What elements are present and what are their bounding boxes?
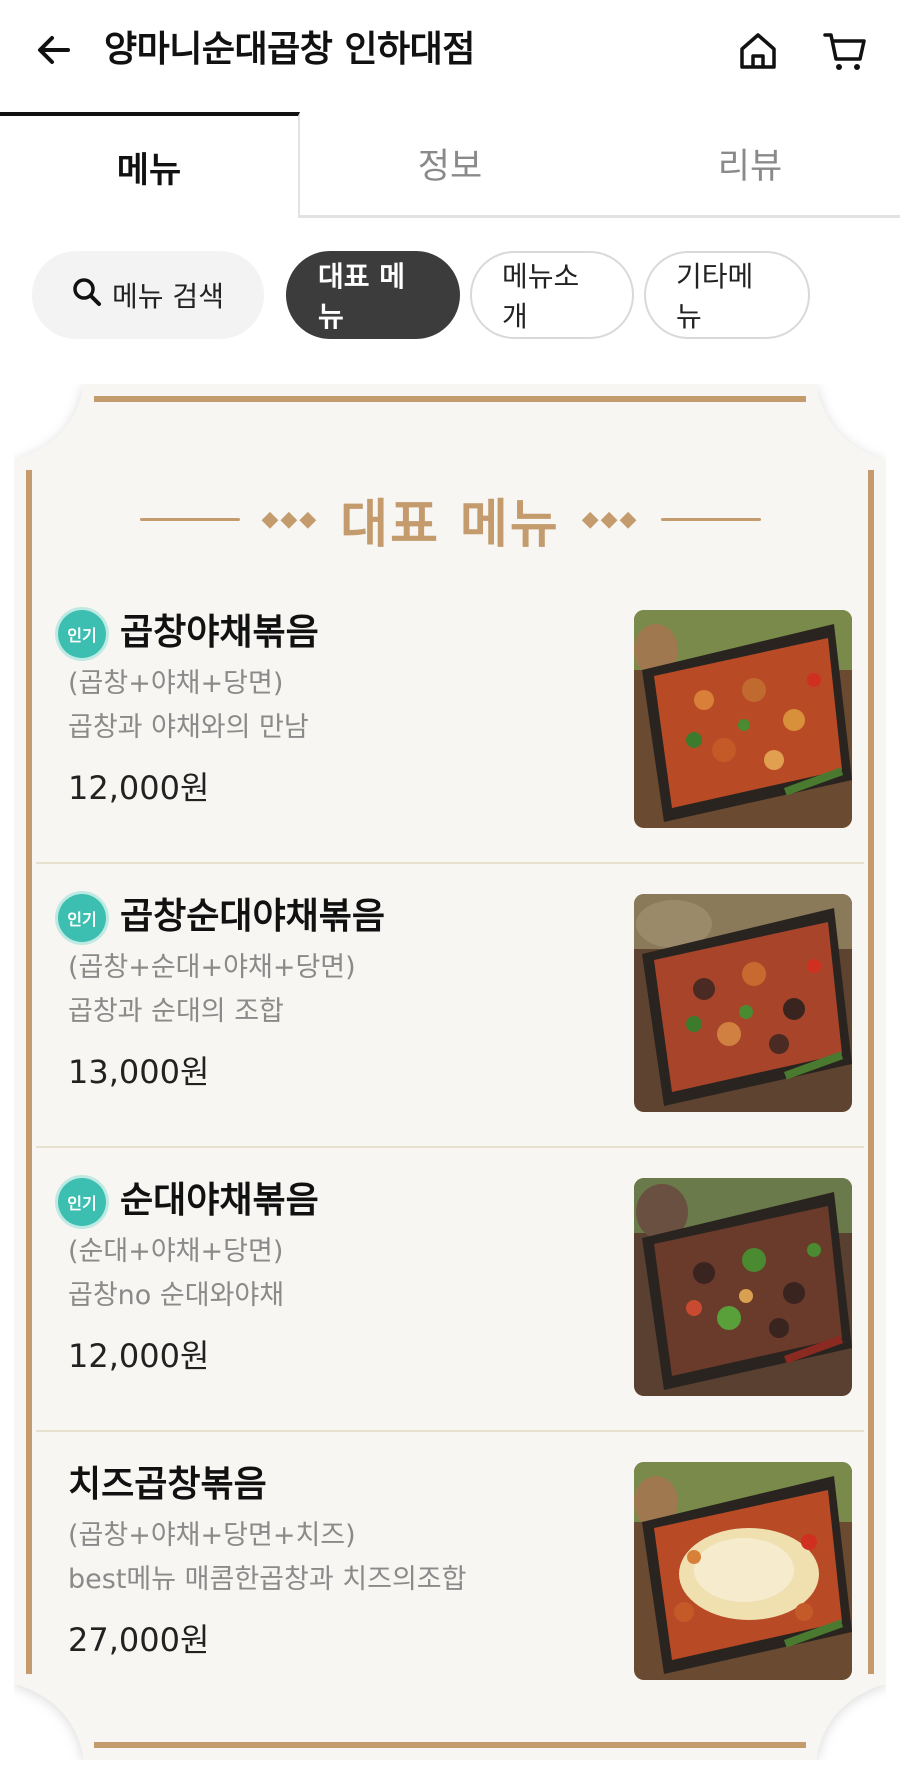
menu-list: 인기 곱창야채볶음 (곱창+야채+당면) 곱창과 야채와의 만남 12,000원 <box>36 580 864 1716</box>
tab-review[interactable]: 리뷰 <box>600 112 900 218</box>
menu-description: 곱창과 순대의 조합 <box>68 996 284 1027</box>
section-header: ◆◆◆ 대표 메뉴 ◆◆◆ <box>14 484 886 555</box>
menu-price: 12,000원 <box>68 1337 210 1375</box>
menu-photo <box>634 894 852 1112</box>
tab-bar: 메뉴 정보 리뷰 <box>0 112 900 218</box>
chip-signature-menu[interactable]: 대표 메뉴 <box>286 251 460 339</box>
menu-price: 13,000원 <box>68 1053 210 1091</box>
menu-ingredients: (순대+야채+당면) <box>68 1236 284 1267</box>
tab-menu[interactable]: 메뉴 <box>0 112 300 218</box>
menu-name: 치즈곱창볶음 <box>68 1464 267 1505</box>
menu-name: 곱창순대야채볶음 <box>120 896 385 937</box>
menu-description: 곱창no 순대와야채 <box>68 1280 285 1311</box>
section-title: 대표 메뉴 <box>340 494 560 555</box>
popular-badge: 인기 <box>58 894 106 942</box>
home-icon[interactable] <box>734 27 782 75</box>
diamond-ornament-icon: ◆◆◆ <box>261 506 319 532</box>
chip-other-menu[interactable]: 기타메뉴 <box>644 251 810 339</box>
menu-item[interactable]: 인기 순대야채볶음 (순대+야채+당면) 곱창no 순대와야채 12,000원 <box>36 1148 864 1432</box>
menu-ingredients: (곱창+야채+당면+치즈) <box>68 1520 356 1551</box>
menu-board: ◆◆◆ 대표 메뉴 ◆◆◆ 인기 곱창야채볶음 (곱창+야채+당면) 곱창과 야… <box>14 384 886 1760</box>
menu-search-label: 메뉴 검색 <box>112 280 224 313</box>
menu-name: 순대야채볶음 <box>120 1180 319 1221</box>
cart-icon[interactable] <box>820 27 870 75</box>
store-title: 양마니순대곱창 인하대점 <box>104 29 475 70</box>
tab-info[interactable]: 정보 <box>300 112 600 218</box>
divider-line-right <box>660 517 761 521</box>
menu-photo <box>634 610 852 828</box>
popular-badge: 인기 <box>58 610 106 658</box>
back-arrow-icon[interactable] <box>32 28 76 72</box>
menu-item[interactable]: 치즈곱창볶음 (곱창+야채+당면+치즈) best메뉴 매콤한곱창과 치즈의조합… <box>36 1432 864 1716</box>
menu-item[interactable]: 인기 곱창야채볶음 (곱창+야채+당면) 곱창과 야채와의 만남 12,000원 <box>36 580 864 864</box>
popular-badge: 인기 <box>58 1178 106 1226</box>
app-header: 양마니순대곱창 인하대점 <box>0 0 900 106</box>
menu-description: best메뉴 매콤한곱창과 치즈의조합 <box>68 1564 467 1595</box>
diamond-ornament-icon: ◆◆◆ <box>581 506 639 532</box>
menu-price: 27,000원 <box>68 1621 210 1659</box>
menu-ingredients: (곱창+야채+당면) <box>68 668 284 699</box>
menu-description: 곱창과 야채와의 만남 <box>68 712 309 743</box>
divider-line-left <box>139 517 240 521</box>
menu-name: 곱창야채볶음 <box>120 612 319 653</box>
menu-filter-chips: 메뉴 검색 대표 메뉴 메뉴소개 기타메뉴 <box>32 250 810 340</box>
menu-item[interactable]: 인기 곱창순대야채볶음 (곱창+순대+야채+당면) 곱창과 순대의 조합 13,… <box>36 864 864 1148</box>
menu-ingredients: (곱창+순대+야채+당면) <box>68 952 356 983</box>
chip-menu-intro[interactable]: 메뉴소개 <box>470 251 634 339</box>
menu-price: 12,000원 <box>68 769 210 807</box>
menu-search-button[interactable]: 메뉴 검색 <box>32 251 264 339</box>
menu-photo <box>634 1462 852 1680</box>
menu-photo <box>634 1178 852 1396</box>
search-icon <box>72 277 102 314</box>
